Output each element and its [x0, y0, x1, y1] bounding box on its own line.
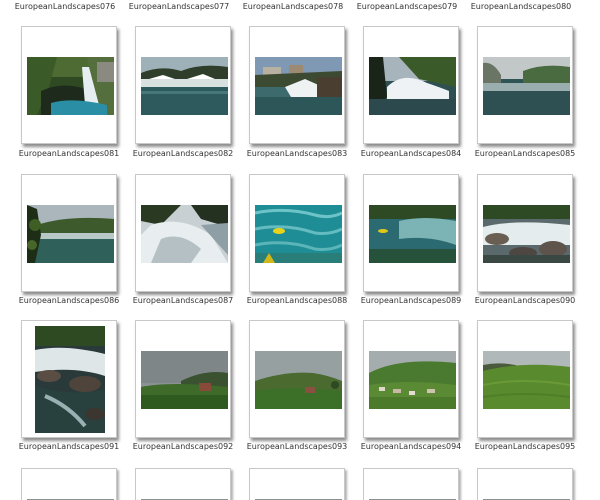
- thumbnail-label: EuropeanLandscapes077: [128, 2, 230, 11]
- thumbnail-image-cloudy-meadow: [141, 351, 228, 409]
- thumbnail-image-misty-river: [483, 57, 570, 115]
- thumbnail-label: EuropeanLandscapes081: [18, 149, 120, 158]
- thumbnail-card[interactable]: [135, 174, 231, 292]
- thumbnail-card[interactable]: [21, 320, 117, 438]
- thumbnail-card[interactable]: [249, 26, 345, 144]
- thumbnail-label: EuropeanLandscapes082: [132, 149, 234, 158]
- thumbnail-card[interactable]: [21, 174, 117, 292]
- thumbnail-label: EuropeanLandscapes093: [246, 442, 348, 451]
- thumbnail-label: EuropeanLandscapes084: [360, 149, 462, 158]
- thumbnail-card[interactable]: [135, 26, 231, 144]
- thumbnail-image-river-forest: [27, 205, 114, 263]
- thumbnail-card[interactable]: [249, 174, 345, 292]
- thumbnail-image-raft-river: [369, 205, 456, 263]
- thumbnail-card[interactable]: [21, 468, 117, 500]
- thumbnail-card[interactable]: [477, 26, 573, 144]
- thumbnail-image-river-rapids: [141, 57, 228, 115]
- thumbnail-label: EuropeanLandscapes094: [360, 442, 462, 451]
- thumbnail-label: EuropeanLandscapes088: [246, 296, 348, 305]
- thumbnail-label: EuropeanLandscapes090: [474, 296, 576, 305]
- thumbnail-card[interactable]: [21, 26, 117, 144]
- thumbnail-image-waterfall-cliff: [369, 57, 456, 115]
- thumbnail-label: EuropeanLandscapes085: [474, 149, 576, 158]
- thumbnail-card[interactable]: [477, 320, 573, 438]
- thumbnail-label: EuropeanLandscapes091: [18, 442, 120, 451]
- thumbnail-image-green-village: [369, 351, 456, 409]
- thumbnail-label: EuropeanLandscapes078: [242, 2, 344, 11]
- thumbnail-grid: EuropeanLandscapes076 EuropeanLandscapes…: [0, 0, 600, 500]
- thumbnail-card[interactable]: [249, 468, 345, 500]
- thumbnail-label: EuropeanLandscapes079: [356, 2, 458, 11]
- thumbnail-label: EuropeanLandscapes080: [470, 2, 572, 11]
- thumbnail-card[interactable]: [363, 26, 459, 144]
- thumbnail-label: EuropeanLandscapes086: [18, 296, 120, 305]
- thumbnail-label: EuropeanLandscapes076: [14, 2, 116, 11]
- thumbnail-image-waterfall-town: [255, 57, 342, 115]
- thumbnail-label: EuropeanLandscapes092: [132, 442, 234, 451]
- thumbnail-card[interactable]: [477, 468, 573, 500]
- thumbnail-image-rocky-torrent: [35, 326, 105, 433]
- thumbnail-card[interactable]: [363, 174, 459, 292]
- thumbnail-card[interactable]: [249, 320, 345, 438]
- thumbnail-image-rafting-turquoise: [255, 205, 342, 263]
- thumbnail-image-cascade-closeup: [141, 205, 228, 263]
- thumbnail-label: EuropeanLandscapes087: [132, 296, 234, 305]
- thumbnail-card[interactable]: [363, 320, 459, 438]
- thumbnail-label: EuropeanLandscapes095: [474, 442, 576, 451]
- thumbnail-image-hills-farm: [255, 351, 342, 409]
- thumbnail-card[interactable]: [363, 468, 459, 500]
- thumbnail-label: EuropeanLandscapes089: [360, 296, 462, 305]
- thumbnail-image-green-hills: [483, 351, 570, 409]
- thumbnail-image-rocky-falls: [483, 205, 570, 263]
- thumbnail-card[interactable]: [135, 320, 231, 438]
- thumbnail-label: EuropeanLandscapes083: [246, 149, 348, 158]
- thumbnail-card[interactable]: [135, 468, 231, 500]
- thumbnail-card[interactable]: [477, 174, 573, 292]
- thumbnail-image-waterfall-grotto: [27, 57, 114, 115]
